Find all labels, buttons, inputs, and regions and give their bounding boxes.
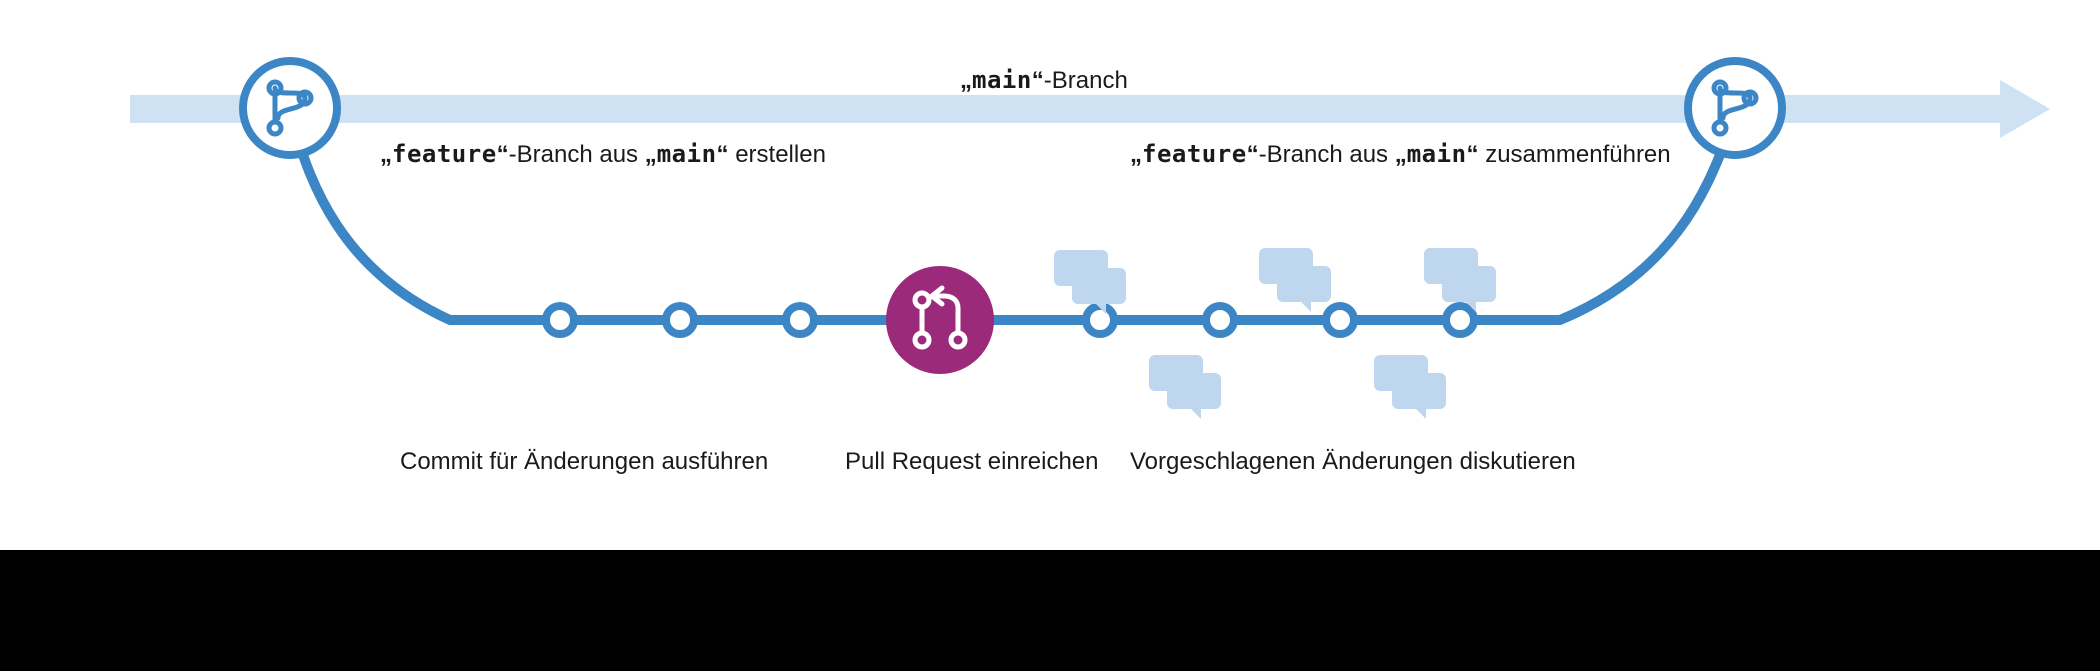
mid-text: -Branch aus bbox=[509, 141, 645, 168]
feature-text: feature bbox=[1142, 140, 1247, 168]
branch-start-icon bbox=[243, 61, 337, 155]
merge-branch-label: „feature“-Branch aus „main“ zusammenführ… bbox=[1130, 140, 1671, 169]
quote: „ bbox=[1130, 141, 1142, 168]
quote: “ bbox=[497, 141, 509, 168]
chat-icon bbox=[1054, 250, 1126, 314]
commit-node bbox=[666, 306, 694, 334]
commit-node bbox=[1446, 306, 1474, 334]
quote: “ bbox=[717, 141, 729, 168]
main-text: main bbox=[657, 140, 717, 168]
pull-request-icon bbox=[886, 266, 994, 374]
suffix-text: zusammenführen bbox=[1479, 141, 1671, 168]
quote: „ bbox=[960, 67, 972, 94]
discussion-bubbles bbox=[1054, 248, 1496, 419]
branch-end-icon bbox=[1688, 61, 1782, 155]
commit-node bbox=[546, 306, 574, 334]
commit-node bbox=[1326, 306, 1354, 334]
quote: „ bbox=[645, 141, 657, 168]
feature-text: feature bbox=[392, 140, 497, 168]
commit-node bbox=[1206, 306, 1234, 334]
quote: „ bbox=[380, 141, 392, 168]
quote: “ bbox=[1467, 141, 1479, 168]
pr-label: Pull Request einreichen bbox=[845, 448, 1099, 476]
github-flow-diagram: „main“-Branch „feature“-Branch aus „main… bbox=[0, 0, 2100, 671]
main-branch-label: „main“-Branch bbox=[960, 66, 1128, 95]
quote: “ bbox=[1032, 67, 1044, 94]
commit-label: Commit für Änderungen ausführen bbox=[400, 448, 768, 476]
chat-icon bbox=[1149, 355, 1221, 419]
quote: “ bbox=[1247, 141, 1259, 168]
quote: „ bbox=[1395, 141, 1407, 168]
commit-node bbox=[786, 306, 814, 334]
chat-icon bbox=[1259, 248, 1331, 312]
discuss-label: Vorgeschlagenen Änderungen diskutieren bbox=[1130, 448, 1576, 476]
chat-icon bbox=[1374, 355, 1446, 419]
suffix-text: erstellen bbox=[729, 141, 826, 168]
suffix-text: -Branch bbox=[1044, 67, 1128, 94]
main-text: main bbox=[1407, 140, 1467, 168]
main-text: main bbox=[972, 66, 1032, 94]
commit-node bbox=[1086, 306, 1114, 334]
create-branch-label: „feature“-Branch aus „main“ erstellen bbox=[380, 140, 826, 169]
bottom-black-bar bbox=[0, 550, 2100, 671]
mid-text: -Branch aus bbox=[1259, 141, 1395, 168]
